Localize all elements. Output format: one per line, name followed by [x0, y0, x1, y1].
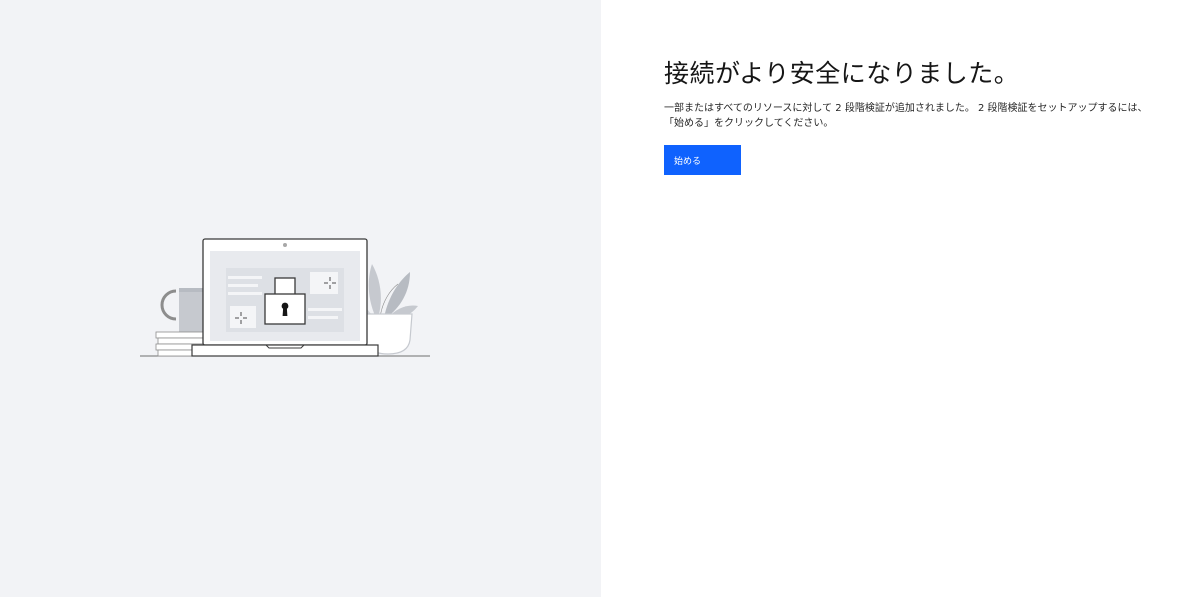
- start-button[interactable]: 始める: [664, 145, 741, 175]
- description-line-1: 一部またはすべてのリソースに対して 2 段階検証が追加されました。 2 段階検証…: [664, 103, 1148, 114]
- laptop-lock-illustration-icon: [140, 238, 430, 357]
- content: 接続がより安全になりました。 一部またはすべてのリソースに対して 2 段階検証が…: [664, 56, 1164, 175]
- content-panel: 接続がより安全になりました。 一部またはすべてのリソースに対して 2 段階検証が…: [601, 0, 1200, 597]
- page-title: 接続がより安全になりました。: [664, 59, 1020, 88]
- laptop-icon: [191, 238, 379, 357]
- description: 一部またはすべてのリソースに対して 2 段階検証が追加されました。 2 段階検証…: [664, 101, 1154, 131]
- description-line-2: 「始める」をクリックしてください。: [664, 118, 834, 129]
- page: 接続がより安全になりました。 一部またはすべてのリソースに対して 2 段階検証が…: [0, 0, 1200, 597]
- illustration-panel: [0, 0, 601, 597]
- mug-icon: [160, 288, 207, 332]
